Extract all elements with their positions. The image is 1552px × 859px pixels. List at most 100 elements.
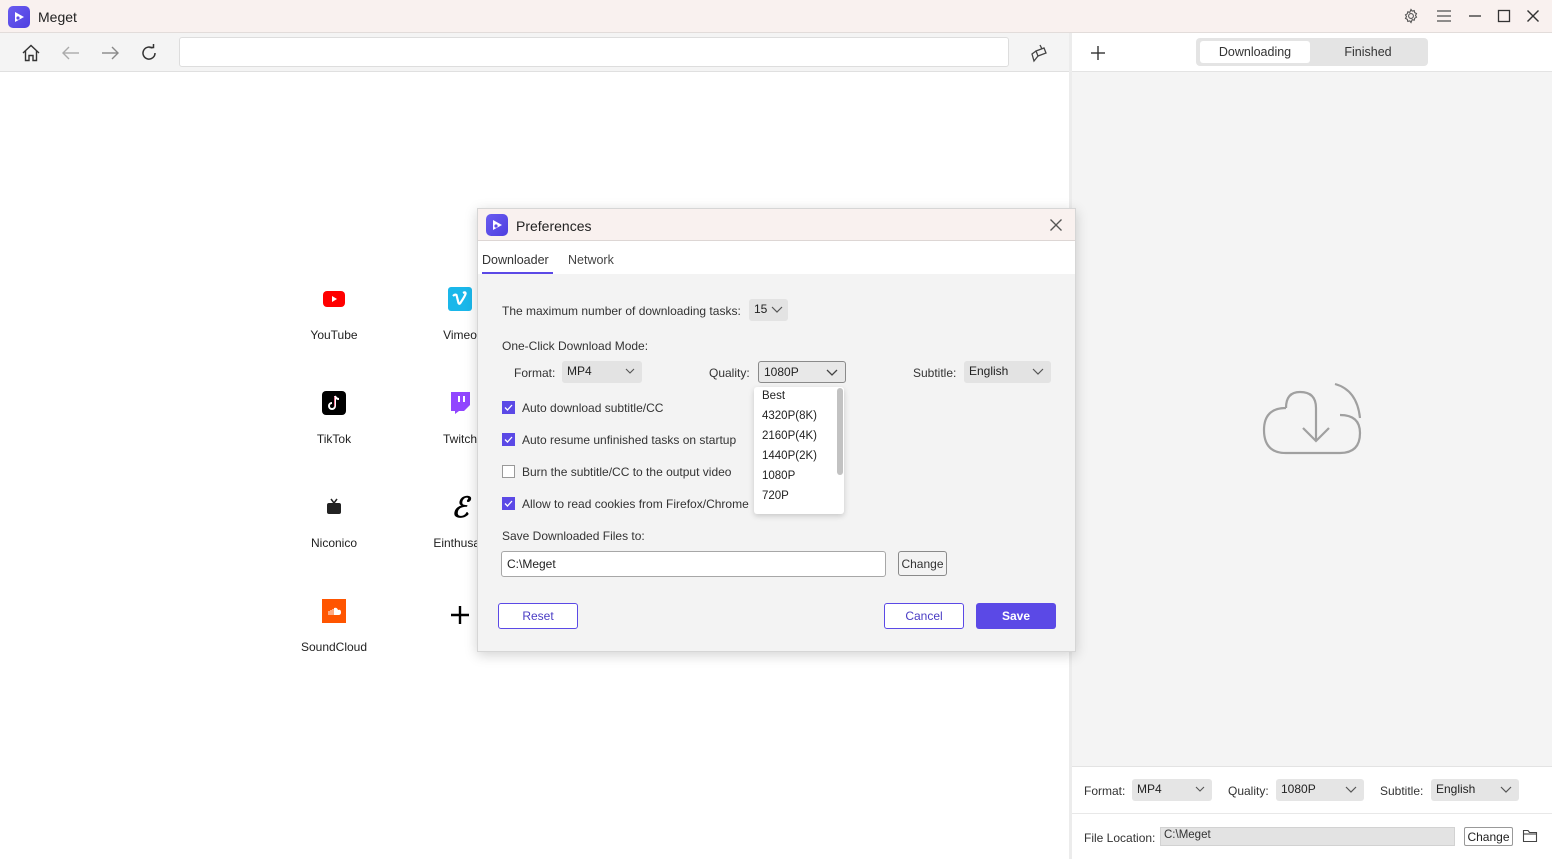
chevron-down-icon [771,306,783,313]
back-icon[interactable] [59,41,83,65]
one-click-mode-label: One-Click Download Mode: [502,339,649,353]
subtitle-label: Subtitle: [913,366,957,380]
quality-option[interactable]: 4320P(8K) [762,410,817,422]
subtitle-select[interactable]: English [1431,779,1519,801]
app-title: Meget [38,9,77,25]
quality-select[interactable]: 1080P [1276,779,1364,801]
quality-option[interactable]: 1440P(2K) [762,450,817,462]
format-select[interactable]: MP4 [562,361,642,383]
format-label: Format: [1084,784,1126,798]
tab-downloader[interactable]: Downloader [482,253,553,274]
youtube-icon [321,286,347,312]
burn-subtitle-checkbox[interactable] [502,465,515,478]
folder-icon[interactable] [1522,828,1538,844]
cloud-download-icon [1260,378,1364,458]
site-label: YouTube [310,328,358,342]
site-tile-soundcloud[interactable]: SoundCloud [279,598,389,688]
quality-label: Quality: [709,366,750,380]
dialog-title: Preferences [516,218,592,234]
clear-icon[interactable] [1027,41,1051,65]
cancel-button[interactable]: Cancel [884,603,964,629]
downloads-panel: Downloading Finished Format: MP4 Quality… [1072,33,1552,859]
app-logo-icon [8,6,30,28]
chevron-down-icon [625,368,635,374]
url-input[interactable] [179,37,1009,67]
twitch-icon [447,390,473,416]
site-label: SoundCloud [300,640,368,654]
site-tile-tiktok[interactable]: TikTok [279,390,389,480]
quality-value: 1080P [1281,782,1316,796]
max-tasks-select[interactable]: 15 [749,299,788,321]
downloads-tab-group: Downloading Finished [1196,38,1428,66]
change-location-button[interactable]: Change [1464,827,1513,846]
dialog-close-icon[interactable] [1046,215,1066,235]
dropdown-scrollbar[interactable] [837,388,843,475]
subtitle-label: Subtitle: [1380,784,1424,798]
subtitle-select[interactable]: English [964,361,1051,383]
site-tile-youtube[interactable]: YouTube [279,286,389,376]
save-button[interactable]: Save [976,603,1056,629]
max-tasks-value: 15 [754,302,768,316]
format-value: MP4 [567,364,592,378]
site-label: Niconico [310,536,358,550]
tab-network[interactable]: Network [568,253,614,272]
settings-icon[interactable] [1399,5,1423,27]
add-site-icon [447,602,473,628]
close-icon[interactable] [1521,5,1545,27]
quality-select[interactable]: 1080P [758,361,846,383]
forward-icon[interactable] [98,41,122,65]
auto-subtitle-label: Auto download subtitle/CC [522,401,664,415]
chevron-down-icon [1500,786,1512,793]
change-path-button[interactable]: Change [898,551,947,576]
subtitle-value: English [1436,782,1476,796]
title-bar: Meget [0,0,1552,33]
subtitle-value: English [969,364,1009,378]
auto-resume-checkbox[interactable] [502,433,515,446]
chevron-down-icon [1032,368,1044,375]
format-label: Format: [514,366,556,380]
read-cookies-checkbox[interactable] [502,497,515,510]
vimeo-icon [447,286,473,312]
format-value: MP4 [1137,782,1162,796]
file-location-bar: File Location: C:\Meget Change [1072,813,1552,859]
quality-value: 1080P [764,365,799,379]
download-options-bar: Format: MP4 Quality: 1080P Subtitle: Eng… [1072,766,1552,813]
dialog-tabs: Downloader Network [478,241,1075,274]
tab-downloading[interactable]: Downloading [1200,41,1310,63]
save-path-input[interactable]: C:\Meget [501,551,886,577]
app-logo-icon [486,214,508,236]
burn-subtitle-label: Burn the subtitle/CC to the output video [522,465,732,479]
max-tasks-label: The maximum number of downloading tasks: [502,304,741,318]
quality-option[interactable]: Best [762,390,785,402]
quality-option[interactable]: 1080P [762,470,795,482]
site-tile-niconico[interactable]: Niconico [279,494,389,584]
format-select[interactable]: MP4 [1132,779,1212,801]
quality-dropdown-list: Best 4320P(8K) 2160P(4K) 1440P(2K) 1080P… [754,387,844,514]
home-icon[interactable] [19,41,43,65]
auto-subtitle-checkbox[interactable] [502,401,515,414]
soundcloud-icon [321,598,347,624]
chevron-down-icon [1195,786,1205,792]
reset-button[interactable]: Reset [498,603,578,629]
quality-option[interactable]: 2160P(4K) [762,430,817,442]
save-to-label: Save Downloaded Files to: [502,529,645,543]
minimize-icon[interactable] [1463,5,1487,27]
browser-toolbar [0,33,1069,72]
quality-label: Quality: [1228,784,1269,798]
file-location-label: File Location: [1084,831,1156,845]
downloads-header: Downloading Finished [1072,33,1552,72]
refresh-icon[interactable] [137,41,161,65]
site-label: TikTok [316,432,352,446]
quality-option[interactable]: 720P [762,490,789,502]
tiktok-icon [321,390,347,416]
file-location-input[interactable]: C:\Meget [1160,827,1455,846]
auto-resume-label: Auto resume unfinished tasks on startup [522,433,737,447]
tab-finished[interactable]: Finished [1313,41,1423,63]
chevron-down-icon [826,369,838,376]
menu-icon[interactable] [1432,5,1456,27]
add-download-button[interactable] [1086,41,1110,65]
read-cookies-label: Allow to read cookies from Firefox/Chrom… [522,497,749,511]
chevron-down-icon [1345,786,1357,793]
dialog-title-bar: Preferences [478,209,1075,241]
maximize-icon[interactable] [1492,5,1516,27]
